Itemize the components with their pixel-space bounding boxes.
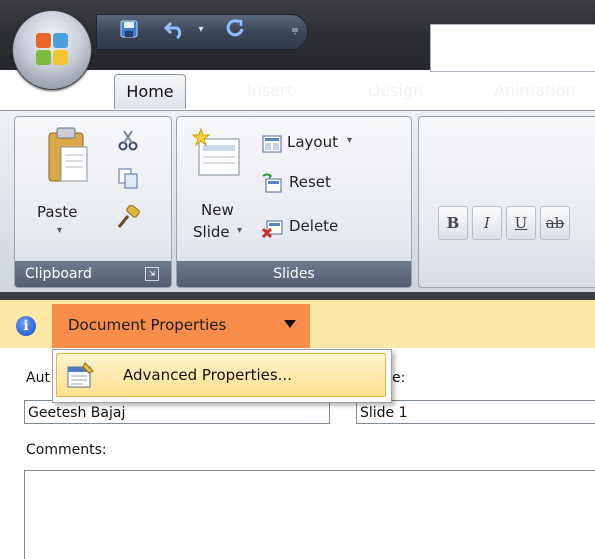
ribbon-tabs: Home Insert Design Animation (0, 66, 595, 110)
tab-animations[interactable]: Animation (494, 74, 576, 108)
format-painter-icon[interactable] (115, 205, 141, 231)
advanced-properties-menu-item[interactable]: Advanced Properties... (56, 353, 386, 397)
comments-label: Comments: (26, 442, 107, 458)
delete-icon (261, 220, 283, 239)
clipboard-label-text: Clipboard (25, 266, 92, 282)
tab-design[interactable]: Design (368, 74, 423, 108)
layout-icon (262, 135, 282, 153)
bold-button[interactable]: B (438, 206, 468, 240)
slides-group-label: Slides (177, 261, 411, 287)
reset-icon (262, 173, 282, 193)
title-field[interactable]: Slide 1 (356, 400, 595, 424)
slides-label-text: Slides (273, 266, 315, 282)
author-field[interactable]: Geetesh Bajaj (24, 400, 330, 424)
slides-group: New Slide ▾ Layout ▾ Reset Delete Slides (176, 116, 412, 288)
cut-icon[interactable] (117, 129, 139, 151)
underline-button[interactable]: U (506, 206, 536, 240)
new-slide-dropdown-icon[interactable]: ▾ (237, 225, 242, 236)
font-group (418, 116, 595, 288)
font-name-combobox[interactable] (430, 24, 595, 72)
tab-home[interactable]: Home (114, 74, 186, 109)
new-slide-button-line1[interactable]: New (201, 201, 234, 219)
office-button-icon (36, 33, 68, 65)
info-icon: i (16, 316, 36, 336)
chevron-down-icon (284, 320, 296, 328)
office-button[interactable] (12, 10, 92, 90)
undo-dropdown-icon[interactable]: ▾ (188, 16, 214, 42)
layout-button[interactable]: Layout (287, 133, 338, 151)
document-properties-menu: Advanced Properties... (52, 349, 392, 403)
paste-button[interactable]: Paste (37, 203, 78, 221)
title-label: e: (392, 370, 406, 386)
properties-icon (67, 362, 94, 388)
undo-icon[interactable] (162, 16, 188, 42)
tab-insert[interactable]: Insert (247, 74, 293, 108)
save-icon[interactable] (116, 16, 142, 42)
paste-dropdown-icon[interactable]: ▾ (57, 225, 62, 236)
advanced-properties-label: Advanced Properties... (123, 366, 292, 384)
strikethrough-button[interactable]: ab (540, 206, 570, 240)
italic-button[interactable]: I (472, 206, 502, 240)
clipboard-group: Paste ▾ Clipboard ⇲ (14, 116, 172, 288)
ribbon-bottom-border (0, 292, 595, 300)
author-label: Aut (26, 370, 50, 386)
dialog-launcher-icon[interactable]: ⇲ (145, 267, 159, 281)
new-slide-icon (191, 127, 240, 176)
new-slide-button-line2[interactable]: Slide (193, 223, 230, 241)
customize-qat-icon[interactable]: ⩦ (282, 16, 308, 42)
comments-field[interactable] (24, 470, 595, 559)
document-properties-label: Document Properties (68, 316, 227, 334)
reset-button[interactable]: Reset (289, 173, 331, 191)
redo-icon[interactable] (222, 16, 248, 42)
delete-button[interactable]: Delete (289, 217, 338, 235)
copy-icon[interactable] (117, 167, 139, 189)
paste-icon (48, 127, 88, 182)
layout-dropdown-icon[interactable]: ▾ (347, 135, 352, 146)
